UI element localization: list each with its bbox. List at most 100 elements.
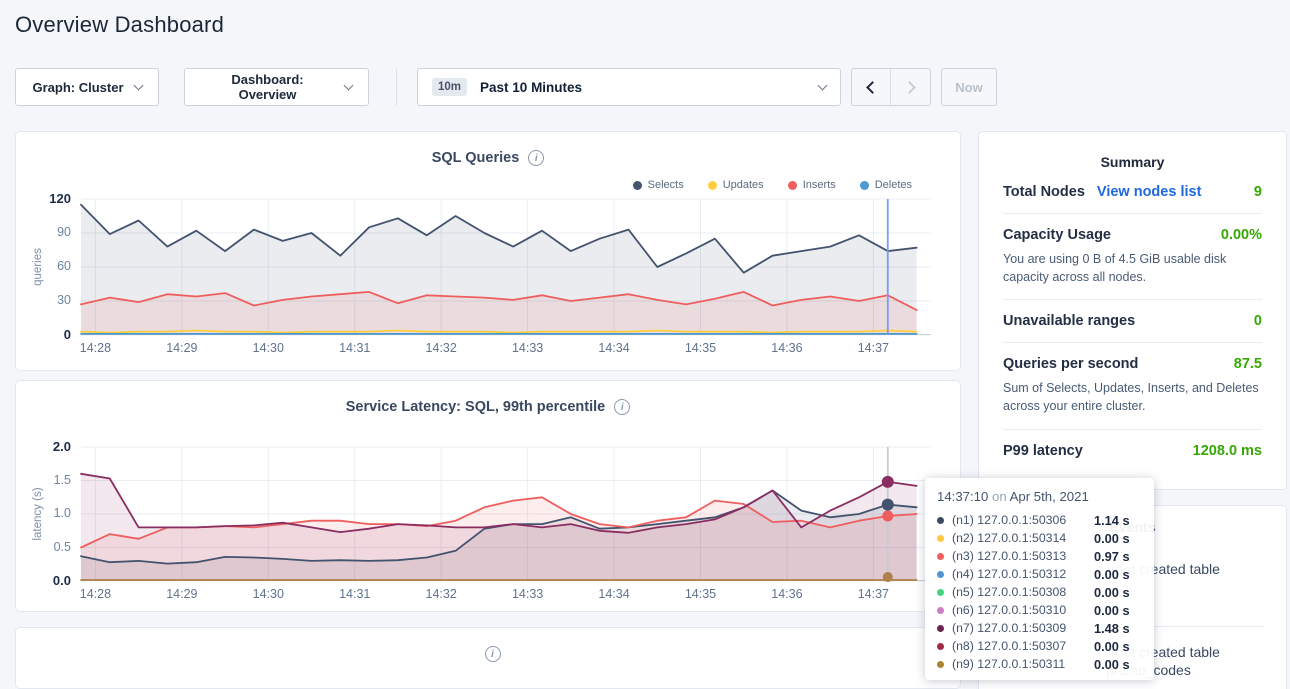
page-title: Overview Dashboard [15,12,224,38]
tooltip-timestamp: 14:37:10 on Apr 5th, 2021 [937,489,1142,504]
service-latency-chart-plot[interactable] [81,447,931,581]
node-color-dot [937,661,944,668]
summary-row-label: Total Nodes [1003,184,1085,200]
x-axis-tick: 14:36 [763,341,811,355]
node-latency-value: 0.00 s [1094,603,1130,618]
summary-row-value: 9 [1254,184,1262,200]
chart-title-row: i [16,646,960,662]
summary-row-value: 87.5 [1234,356,1262,372]
summary-row-value: 0 [1254,313,1262,329]
y-axis-tick: 1.0 [27,506,71,520]
tooltip-node-row: (n1) 127.0.0.1:503061.14 s [937,511,1142,529]
legend-dot [633,181,642,190]
legend-item-updates: Updates [708,179,764,191]
dashboard-selector-label: Dashboard: Overview [201,72,334,102]
node-color-dot [937,571,944,578]
summary-row-main: Total Nodes View nodes list 9 [1003,184,1262,200]
summary-row-main: Capacity Usage 0.00% [1003,227,1262,243]
info-icon[interactable]: i [614,399,630,415]
node-latency-value: 0.00 s [1094,531,1130,546]
node-color-dot [937,553,944,560]
summary-row-label: Unavailable ranges [1003,313,1135,329]
x-axis-tick: 14:37 [849,341,897,355]
summary-row: P99 latency1208.0 ms [1003,443,1262,459]
info-icon[interactable]: i [485,646,501,662]
x-axis-tick: 14:34 [590,587,638,601]
tooltip-node-row: (n5) 127.0.0.1:503080.00 s [937,583,1142,601]
x-axis-tick: 14:35 [676,341,724,355]
time-range-selector[interactable]: 10m Past 10 Minutes [417,68,841,106]
x-axis-tick: 14:28 [71,341,119,355]
x-axis-tick: 14:30 [244,341,292,355]
summary-row: Total Nodes View nodes list 9 [1003,184,1262,200]
x-axis-tick: 14:37 [849,587,897,601]
summary-divider [1003,429,1262,430]
node-address: (n7) 127.0.0.1:50309 [952,621,1094,635]
chevron-down-icon [133,80,143,90]
node-latency-value: 0.00 s [1094,657,1130,672]
summary-row-label: Capacity Usage [1003,227,1111,243]
legend-dot [860,181,869,190]
legend-label: Deletes [875,179,912,191]
overview-dashboard-page: Overview Dashboard Graph: Cluster Dashbo… [0,0,1290,689]
legend-dot [788,181,797,190]
time-window-label: Past 10 Minutes [480,80,582,95]
x-axis-tick: 14:32 [417,341,465,355]
node-color-dot [937,535,944,542]
y-axis-tick: 0.0 [27,573,71,588]
node-latency-value: 0.97 s [1094,549,1130,564]
x-axis-tick: 14:36 [763,587,811,601]
tooltip-node-row: (n2) 127.0.0.1:503140.00 s [937,529,1142,547]
info-icon[interactable]: i [528,150,544,166]
legend-label: Inserts [803,179,836,191]
view-nodes-list-link[interactable]: View nodes list [1097,184,1202,200]
chevron-left-icon [866,81,879,94]
summary-row-value: 0.00% [1221,227,1262,243]
summary-rows: Total Nodes View nodes list 9 Capacity Usag… [979,170,1286,459]
graph-selector-dropdown[interactable]: Graph: Cluster [15,68,159,106]
tooltip-node-row: (n9) 127.0.0.1:503110.00 s [937,655,1142,673]
tooltip-node-row: (n7) 127.0.0.1:503091.48 s [937,619,1142,637]
x-axis-tick: 14:32 [417,587,465,601]
dashboard-selector-dropdown[interactable]: Dashboard: Overview [184,68,369,106]
summary-title: Summary [979,132,1286,170]
time-nav-buttons [851,68,931,106]
legend-item-deletes: Deletes [860,179,912,191]
tooltip-rows: (n1) 127.0.0.1:503061.14 s(n2) 127.0.0.1… [937,511,1142,673]
x-axis-tick: 14:31 [331,341,379,355]
summary-row-label: P99 latency [1003,443,1083,459]
legend-item-inserts: Inserts [788,179,836,191]
y-axis-tick: 60 [27,259,71,273]
now-button[interactable]: Now [941,68,997,106]
summary-panel: Summary Total Nodes View nodes list 9 Capac… [978,131,1287,490]
time-forward-button[interactable] [891,69,930,105]
x-axis-tick: 14:31 [331,587,379,601]
service-latency-chart-title: Service Latency: SQL, 99th percentile [346,399,606,415]
x-axis-tick: 14:33 [504,341,552,355]
node-color-dot [937,625,944,632]
node-address: (n8) 127.0.0.1:50307 [952,639,1094,653]
node-latency-value: 1.14 s [1094,513,1130,528]
legend-dot [708,181,717,190]
time-back-button[interactable] [852,69,891,105]
node-address: (n6) 127.0.0.1:50310 [952,603,1094,617]
node-address: (n2) 127.0.0.1:50314 [952,531,1094,545]
chart-hover-tooltip: 14:37:10 on Apr 5th, 2021 (n1) 127.0.0.1… [925,478,1154,680]
chevron-down-icon [344,80,354,90]
summary-row-main: P99 latency1208.0 ms [1003,443,1262,459]
chart-title-row: SQL Queries i [16,150,960,166]
node-color-dot [937,589,944,596]
x-axis-tick: 14:28 [71,587,119,601]
node-address: (n3) 127.0.0.1:50313 [952,549,1094,563]
tooltip-node-row: (n3) 127.0.0.1:503130.97 s [937,547,1142,565]
sql-queries-chart-title: SQL Queries [432,150,520,166]
x-axis-tick: 14:30 [244,587,292,601]
node-address: (n4) 127.0.0.1:50312 [952,567,1094,581]
service-latency-chart-card: Service Latency: SQL, 99th percentile i … [15,380,961,612]
chart-title-row: Service Latency: SQL, 99th percentile i [16,399,960,415]
sql-queries-chart-plot[interactable] [81,199,931,335]
y-axis-tick: 0.5 [27,540,71,554]
summary-divider [1003,299,1262,300]
node-color-dot [937,643,944,650]
toolbar-divider [396,68,397,106]
